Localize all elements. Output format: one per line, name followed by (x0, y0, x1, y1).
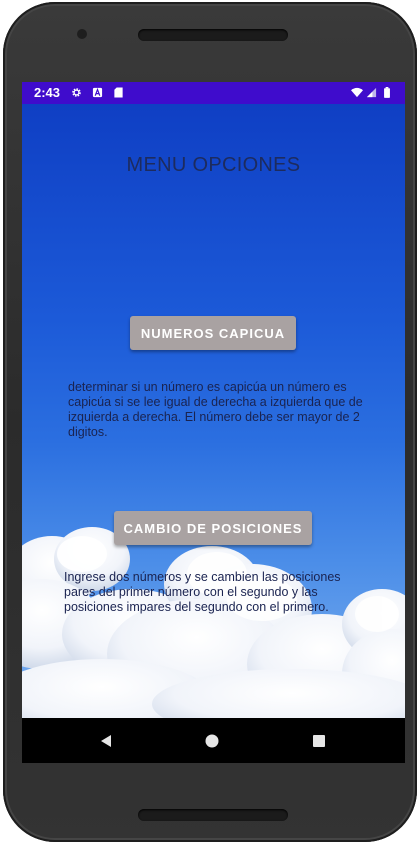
back-icon[interactable] (99, 734, 113, 748)
gear-icon (72, 88, 81, 97)
bottom-speaker (138, 809, 288, 821)
phone-frame: 2:43 MENU OPCIONES NUMEROS CAPICUA deter… (3, 2, 417, 842)
signal-icon (366, 87, 377, 98)
wifi-icon (351, 87, 363, 98)
a-square-icon (92, 87, 103, 98)
screen: 2:43 MENU OPCIONES NUMEROS CAPICUA deter… (22, 82, 405, 763)
status-time: 2:43 (34, 85, 61, 100)
home-icon[interactable] (205, 734, 219, 748)
numeros-capicua-button[interactable]: NUMEROS CAPICUA (130, 316, 296, 350)
numeros-capicua-description: determinar si un número es capicúa un nú… (68, 380, 363, 439)
camera-icon (77, 29, 87, 39)
app-content: MENU OPCIONES NUMEROS CAPICUA determinar… (22, 104, 405, 718)
earpiece-speaker (138, 29, 288, 41)
cambio-de-posiciones-description: Ingrese dos números y se cambien las pos… (64, 570, 341, 614)
navigation-bar (22, 718, 405, 763)
recents-icon[interactable] (312, 734, 326, 748)
battery-icon (384, 87, 390, 98)
status-bar: 2:43 (22, 82, 405, 104)
sd-card-icon (114, 87, 123, 98)
cambio-de-posiciones-button[interactable]: CAMBIO DE POSICIONES (114, 511, 312, 545)
page-title: MENU OPCIONES (126, 154, 301, 176)
